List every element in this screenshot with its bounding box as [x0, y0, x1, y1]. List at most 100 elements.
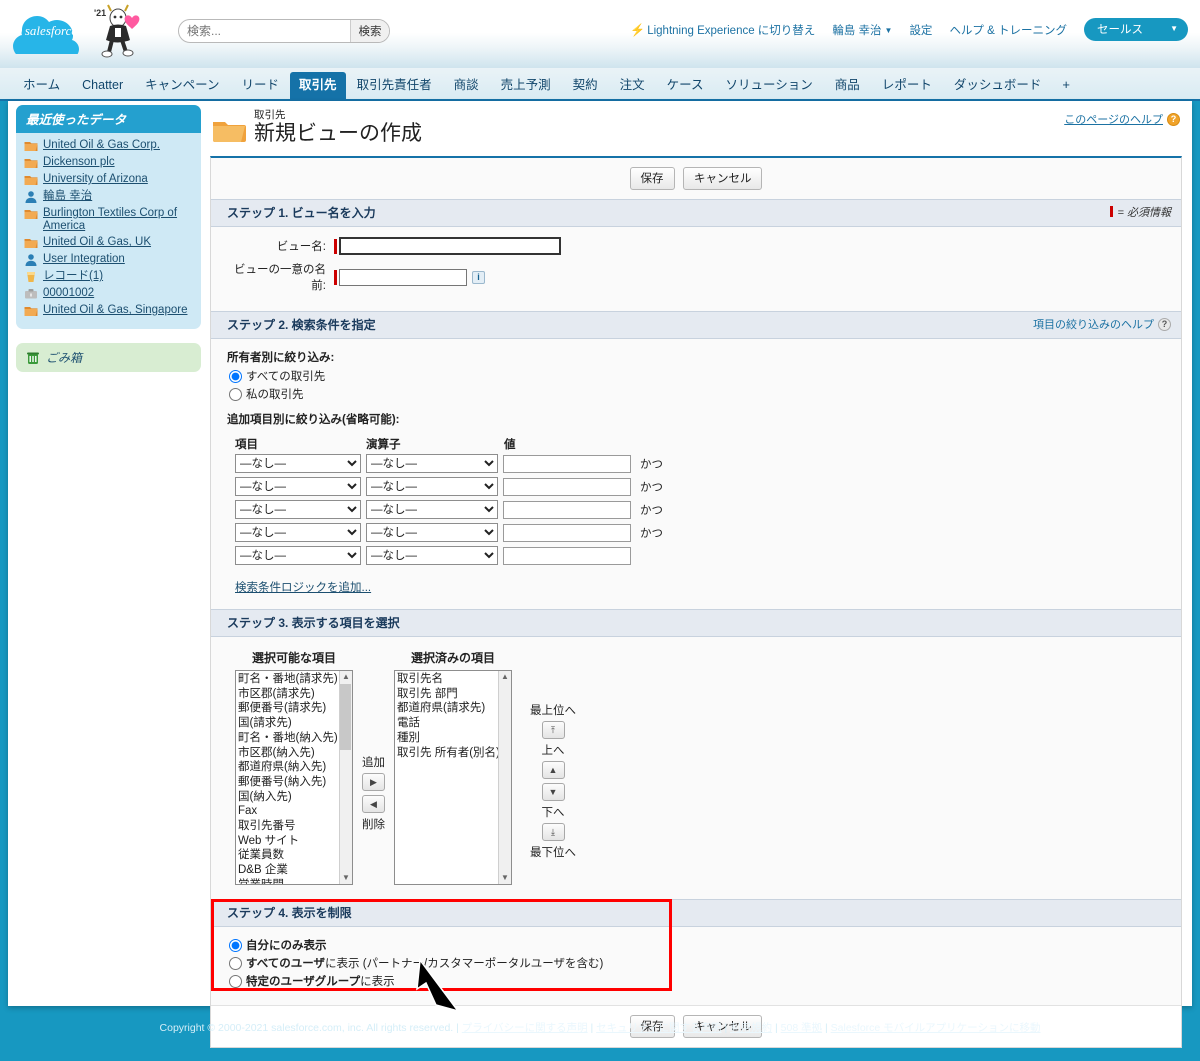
available-field-option[interactable]: 市区郡(請求先) [238, 687, 339, 702]
recent-item-link[interactable]: Dickenson plc [43, 156, 115, 169]
filter-field-select[interactable]: —なし— [235, 500, 361, 519]
owner-radio-option[interactable]: 私の取引先 [227, 386, 1165, 402]
available-field-option[interactable]: 営業時間 [238, 878, 339, 884]
available-field-option[interactable]: 取引先番号 [238, 819, 339, 834]
filter-value-input[interactable] [503, 523, 631, 542]
recent-item-link[interactable]: User Integration [43, 253, 125, 266]
filter-operator-select[interactable]: —なし— [366, 523, 498, 542]
recent-item-link[interactable]: レコード(1) [43, 270, 103, 283]
selected-field-option[interactable]: 都道府県(請求先) [397, 701, 498, 716]
recent-item[interactable]: 00001002 [24, 287, 195, 301]
selected-field-option[interactable]: 取引先 部門 [397, 687, 498, 702]
available-field-option[interactable]: 郵便番号(請求先) [238, 701, 339, 716]
filter-value-input[interactable] [503, 477, 631, 496]
recycle-bin-panel[interactable]: ごみ箱 [16, 343, 201, 372]
recent-item[interactable]: University of Arizona [24, 173, 195, 187]
filter-operator-select[interactable]: —なし— [366, 546, 498, 565]
owner-radio-input[interactable] [229, 369, 242, 383]
filter-operator-select[interactable]: —なし— [366, 454, 498, 473]
visibility-radio-input[interactable] [229, 974, 242, 988]
visibility-radio-option[interactable]: すべてのユーザ に表示 (パートナー/カスタマーポータルユーザを含む) [227, 955, 1165, 971]
available-fields-listbox[interactable]: 町名・番地(請求先) 市区郡(請求先) 郵便番号(請求先) 国(請求先) 町名・番地(納… [235, 670, 353, 885]
tab-6[interactable]: 商談 [443, 73, 490, 99]
filter-value-input[interactable] [503, 454, 631, 473]
search-button[interactable]: 検索 [350, 20, 389, 42]
unique-name-input[interactable] [339, 268, 467, 286]
tab-4[interactable]: 取引先 [290, 72, 346, 99]
filter-operator-select[interactable]: —なし— [366, 477, 498, 496]
available-field-option[interactable]: 国(請求先) [238, 716, 339, 731]
recent-item-link[interactable]: 輪島 幸治 [43, 190, 92, 203]
visibility-radio-option[interactable]: 特定のユーザグループ に表示 [227, 973, 1165, 989]
available-field-option[interactable]: Fax [238, 804, 339, 819]
tab-13[interactable]: レポート [871, 73, 943, 99]
available-field-option[interactable]: 町名・番地(請求先) [238, 672, 339, 687]
recent-item[interactable]: United Oil & Gas, UK [24, 236, 195, 250]
tab-12[interactable]: 商品 [824, 73, 871, 99]
available-field-option[interactable]: 従業員数 [238, 848, 339, 863]
move-top-button[interactable]: ⤒ [541, 721, 565, 739]
tab-0[interactable]: ホーム [12, 73, 71, 99]
user-menu[interactable]: 輪島 幸治 ▼ [832, 22, 892, 38]
available-field-option[interactable]: 都道府県(納入先) [238, 760, 339, 775]
cancel-button-top[interactable]: キャンセル [682, 167, 763, 190]
visibility-radio-input[interactable] [229, 956, 242, 970]
info-icon[interactable]: i [472, 270, 485, 284]
recent-item[interactable]: 輪島 幸治 [24, 190, 195, 204]
selected-scrollbar[interactable]: ▲ ▼ [498, 671, 511, 884]
recent-item[interactable]: Dickenson plc [24, 156, 195, 170]
search-input[interactable] [179, 20, 350, 42]
add-tab-icon[interactable]: + [1052, 72, 1080, 99]
recent-item[interactable]: United Oil & Gas, Singapore [24, 304, 195, 318]
footer-link[interactable]: Salesforce モバイルアプリケーションに移動 [831, 1022, 1041, 1034]
selected-field-option[interactable]: 取引先名 [397, 672, 498, 687]
footer-link[interactable]: セキュリティに関する声明 [596, 1022, 721, 1034]
filter-field-select[interactable]: —なし— [235, 546, 361, 565]
filter-field-select[interactable]: —なし— [235, 523, 361, 542]
tab-9[interactable]: 注文 [609, 73, 656, 99]
available-field-option[interactable]: 町名・番地(納入先) [238, 731, 339, 746]
recent-item[interactable]: User Integration [24, 253, 195, 267]
help-training-link[interactable]: ヘルプ & トレーニング [949, 22, 1067, 38]
tab-8[interactable]: 契約 [562, 73, 609, 99]
available-field-option[interactable]: 国(納入先) [238, 790, 339, 805]
tab-11[interactable]: ソリューション [715, 73, 824, 99]
tab-1[interactable]: Chatter [71, 73, 134, 99]
scrollbar-thumb[interactable] [340, 684, 351, 750]
recent-item-link[interactable]: Burlington Textiles Corp of America [43, 207, 195, 233]
recent-item[interactable]: レコード(1) [24, 270, 195, 284]
recent-item-link[interactable]: 00001002 [43, 287, 94, 300]
visibility-radio-option[interactable]: 自分にのみ表示 [227, 937, 1165, 953]
visibility-radio-input[interactable] [229, 938, 242, 952]
recent-item-link[interactable]: United Oil & Gas Corp. [43, 139, 160, 152]
owner-radio-input[interactable] [229, 387, 242, 401]
move-up-button[interactable]: ▲ [541, 761, 565, 779]
move-bottom-button[interactable]: ⤓ [541, 823, 565, 841]
filter-value-input[interactable] [503, 546, 631, 565]
lightning-switch-link[interactable]: ⚡ Lightning Experience に切り替え [630, 22, 815, 38]
tab-10[interactable]: ケース [656, 73, 715, 99]
salesforce-logo[interactable]: salesforce [12, 6, 90, 54]
filter-field-select[interactable]: —なし— [235, 477, 361, 496]
footer-link[interactable]: 508 準拠 [781, 1022, 822, 1034]
recent-item-link[interactable]: United Oil & Gas, UK [43, 236, 151, 249]
save-button-top[interactable]: 保存 [629, 167, 675, 190]
tab-3[interactable]: リード [231, 73, 291, 99]
recycle-bin-label[interactable]: ごみ箱 [46, 349, 82, 366]
footer-link[interactable]: プライバシーに関する声明 [462, 1022, 588, 1034]
page-help-link[interactable]: このページのヘルプ ? [1064, 111, 1180, 127]
tab-7[interactable]: 売上予測 [490, 73, 562, 99]
tab-14[interactable]: ダッシュボード [943, 73, 1053, 99]
available-field-option[interactable]: D&B 企業 [238, 863, 339, 878]
app-picker[interactable]: セールス ▼ [1084, 18, 1188, 41]
recent-item-link[interactable]: University of Arizona [43, 173, 148, 186]
tab-2[interactable]: キャンペーン [134, 73, 230, 99]
view-name-input[interactable] [339, 237, 561, 255]
selected-field-option[interactable]: 電話 [397, 716, 498, 731]
scroll-down-icon[interactable]: ▼ [501, 872, 509, 884]
scroll-up-icon[interactable]: ▲ [501, 671, 509, 683]
filter-operator-select[interactable]: —なし— [366, 500, 498, 519]
global-search[interactable]: 検索 [178, 19, 390, 43]
owner-radio-option[interactable]: すべての取引先 [227, 368, 1165, 384]
add-field-button[interactable]: ▶ [362, 773, 385, 791]
